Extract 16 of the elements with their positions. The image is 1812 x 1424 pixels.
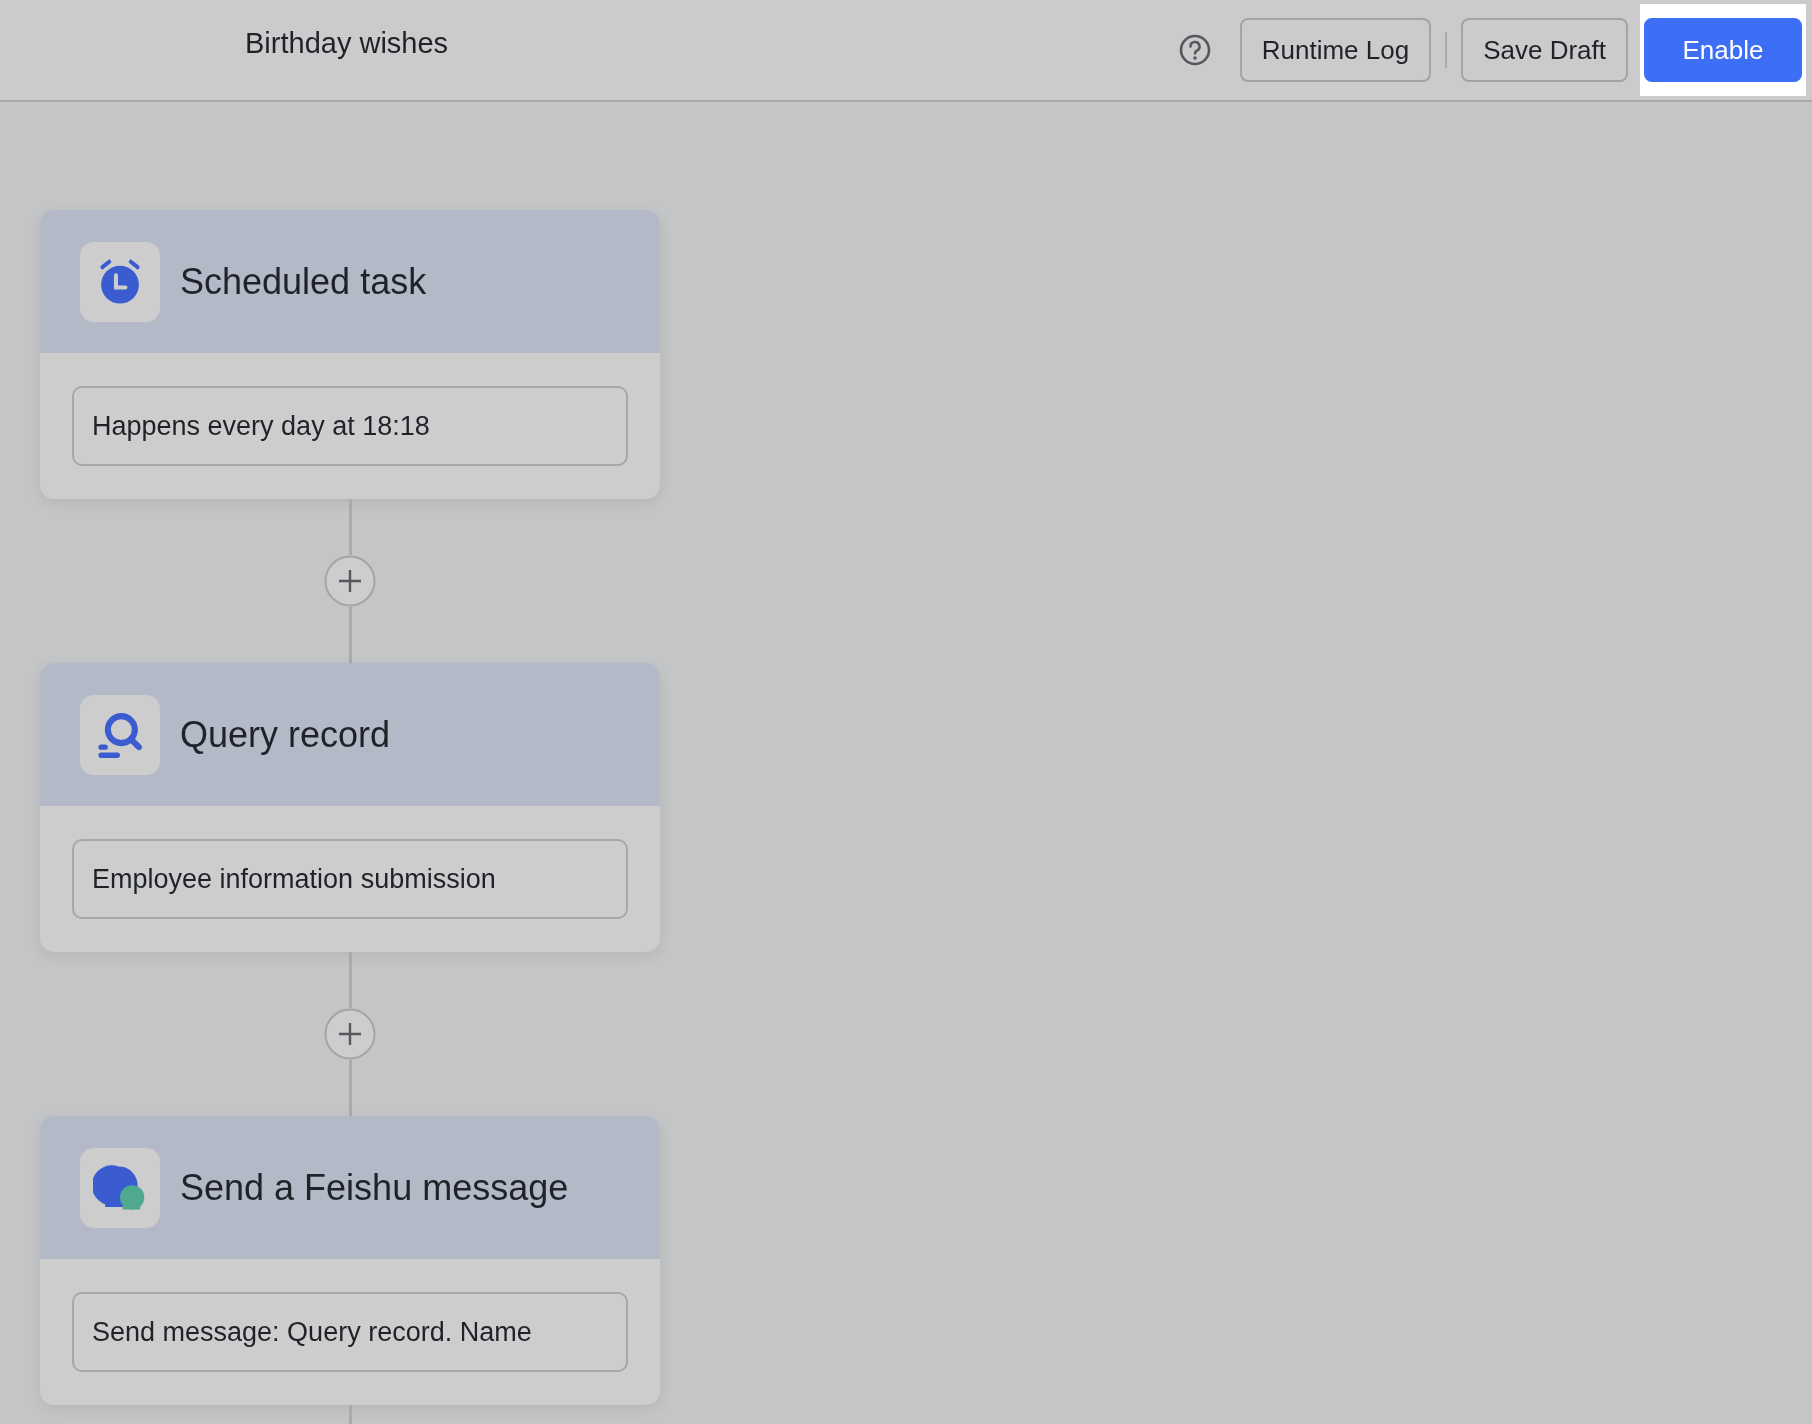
step-card[interactable]: Scheduled task Happens every day at 18:18 [40,210,660,499]
help-icon[interactable] [1177,33,1212,67]
step-summary-field[interactable]: Send message: Query record. Name [72,1292,628,1372]
step-card[interactable]: Query record Employee information submission [40,663,660,952]
step-title: Scheduled task [180,259,427,304]
toolbar-button[interactable]: Save Draft [1461,18,1628,82]
step-summary-field[interactable]: Employee information submission [72,839,628,919]
step-card[interactable]: Send a Feishu message Send message: Query record. Name [40,1116,660,1405]
enable-button[interactable]: Enable [1644,18,1802,82]
step-title: Query record [180,712,391,757]
toolbar-button[interactable]: Runtime Log [1239,18,1432,82]
add-step-button[interactable] [324,555,376,607]
step-summary-field[interactable]: Happens every day at 18:18 [72,386,628,466]
add-step-button[interactable] [324,1008,376,1060]
window-title: Birthday wishes [245,26,450,62]
step-title: Send a Feishu message [180,1165,569,1210]
